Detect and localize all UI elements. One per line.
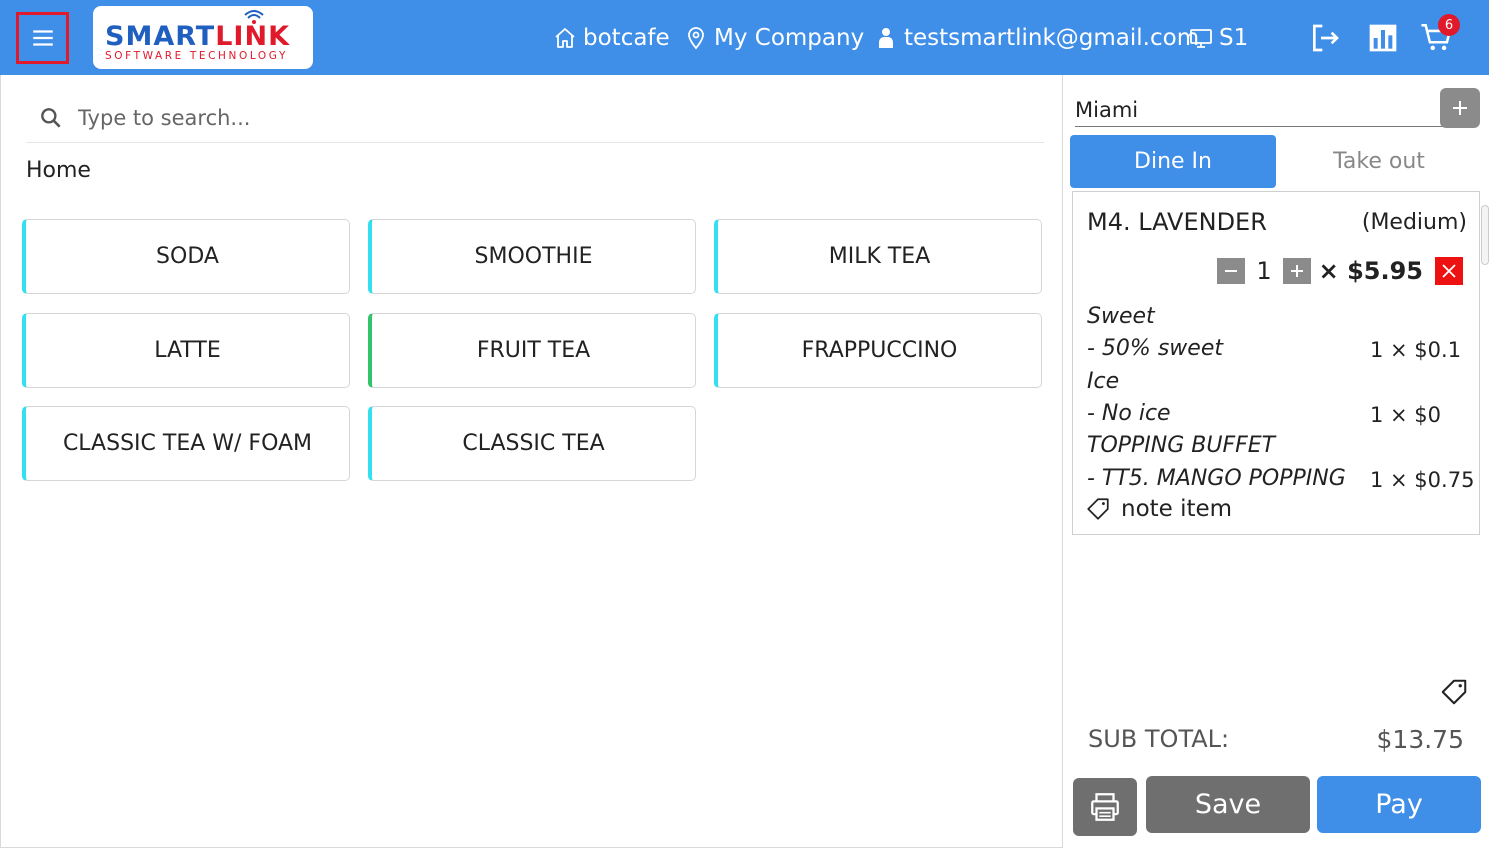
- company-name: My Company: [714, 25, 865, 51]
- company-indicator: My Company: [684, 20, 864, 56]
- logout-button[interactable]: [1307, 20, 1343, 56]
- store-name: botcafe: [583, 25, 670, 51]
- station-name: S1: [1219, 25, 1249, 51]
- order-list-scrollbar[interactable]: [1481, 205, 1489, 265]
- category-smoothie[interactable]: SMOOTHIE: [368, 219, 696, 294]
- search-input[interactable]: [78, 101, 978, 135]
- monitor-icon: [1190, 29, 1212, 48]
- hamburger-menu-button[interactable]: [16, 12, 69, 64]
- subtotal-label: SUB TOTAL:: [1088, 725, 1230, 753]
- menu-panel: Home SODA SMOOTHIE MILK TEA LATTE FRUIT …: [0, 75, 1063, 848]
- location-pin-icon: [688, 27, 704, 50]
- decrease-quantity-button[interactable]: [1217, 258, 1246, 284]
- tag-icon: [1441, 679, 1467, 705]
- quantity-stepper: 1 × $5.95: [1217, 256, 1463, 286]
- bar-chart-icon: [1369, 24, 1397, 52]
- category-soda[interactable]: SODA: [22, 219, 350, 294]
- item-unit-price: × $5.95: [1318, 257, 1423, 285]
- store-indicator: botcafe: [553, 20, 670, 56]
- modifier-price: 1 × $0.1: [1370, 338, 1462, 362]
- breadcrumb[interactable]: Home: [26, 158, 91, 183]
- printer-icon: [1091, 793, 1119, 821]
- top-header: SMARTLINK SOFTWARE TECHNOLOGY botcafe My…: [0, 0, 1489, 75]
- tab-take-out[interactable]: Take out: [1276, 135, 1482, 188]
- tab-dine-in[interactable]: Dine In: [1070, 135, 1276, 188]
- customer-field[interactable]: [1075, 93, 1443, 127]
- close-icon: [1442, 264, 1456, 278]
- modifier-price: 1 × $0: [1370, 403, 1442, 427]
- order-panel: Dine In Take out M4. LAVENDER (Medium) 1…: [1063, 75, 1489, 848]
- search-icon: [41, 108, 61, 128]
- subtotal-value: $13.75: [1376, 725, 1464, 754]
- menu-icon: [32, 30, 53, 46]
- tag-icon: [1087, 498, 1109, 520]
- cart-count-badge: 6: [1438, 14, 1460, 36]
- order-note-button[interactable]: [1439, 677, 1469, 707]
- category-fruit-tea[interactable]: FRUIT TEA: [368, 313, 696, 388]
- pay-button[interactable]: Pay: [1317, 776, 1481, 833]
- plus-icon: [1290, 265, 1303, 277]
- station-indicator: S1: [1189, 20, 1248, 56]
- search-bar: [26, 93, 1044, 143]
- print-button[interactable]: [1073, 778, 1137, 836]
- modifier-option: - TT5. MANGO POPPING: [1087, 466, 1346, 491]
- minus-icon: [1225, 270, 1238, 272]
- category-frappuccino[interactable]: FRAPPUCCINO: [714, 313, 1042, 388]
- user-email: testsmartlink@gmail.com: [904, 25, 1200, 51]
- note-item-button[interactable]: note item: [1085, 496, 1232, 522]
- smartlink-logo: SMARTLINK SOFTWARE TECHNOLOGY: [93, 6, 313, 69]
- plus-icon: [1453, 101, 1467, 115]
- order-item-card: M4. LAVENDER (Medium) 1 × $5.95 Sweet - …: [1072, 191, 1480, 535]
- modifier-group-label: Ice: [1087, 369, 1120, 394]
- user-icon: [879, 28, 893, 48]
- modifier-group-label: TOPPING BUFFET: [1087, 433, 1276, 458]
- category-classic-tea[interactable]: CLASSIC TEA: [368, 406, 696, 481]
- item-size: (Medium): [1361, 210, 1467, 235]
- category-latte[interactable]: LATTE: [22, 313, 350, 388]
- modifier-option: - 50% sweet: [1087, 336, 1223, 361]
- increase-quantity-button[interactable]: [1282, 258, 1311, 284]
- save-button[interactable]: Save: [1146, 776, 1310, 833]
- remove-item-button[interactable]: [1435, 257, 1463, 285]
- category-milk-tea[interactable]: MILK TEA: [714, 219, 1042, 294]
- add-customer-button[interactable]: [1440, 88, 1480, 128]
- item-name: M4. LAVENDER: [1087, 208, 1267, 236]
- modifier-price: 1 × $0.75: [1370, 468, 1475, 492]
- home-icon: [555, 28, 575, 48]
- logout-icon: [1313, 24, 1339, 52]
- user-indicator: testsmartlink@gmail.com: [874, 20, 1199, 56]
- modifier-group-label: Sweet: [1087, 304, 1155, 329]
- reports-button[interactable]: [1365, 20, 1401, 56]
- modifier-option: - No ice: [1087, 401, 1171, 426]
- logo-tagline: SOFTWARE TECHNOLOGY: [105, 50, 289, 62]
- quantity-value: 1: [1256, 257, 1272, 285]
- note-item-label: note item: [1121, 496, 1233, 522]
- category-classic-tea-foam[interactable]: CLASSIC TEA W/ FOAM: [22, 406, 350, 481]
- logo-wordmark: SMARTLINK: [105, 21, 290, 52]
